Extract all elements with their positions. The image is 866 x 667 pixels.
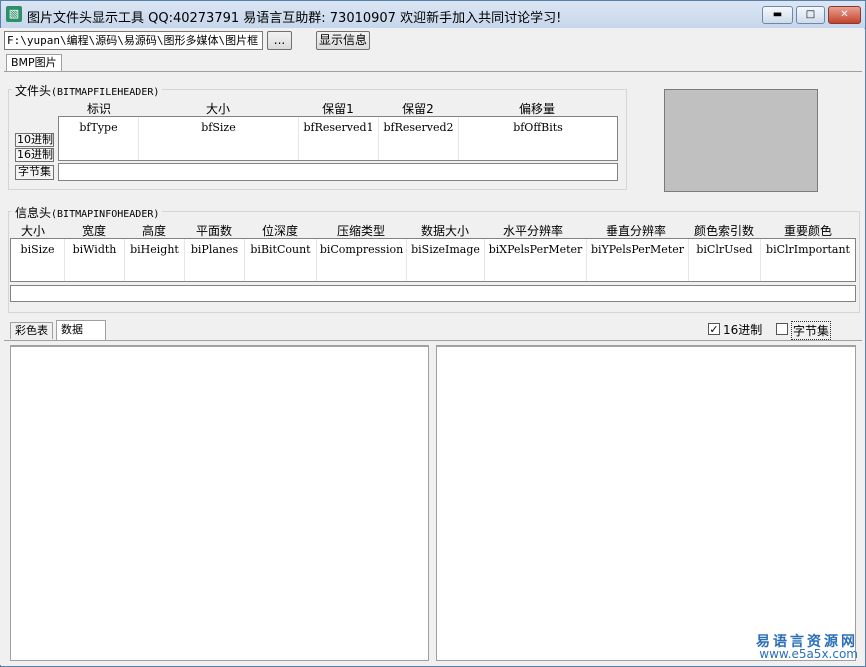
title-bar[interactable]: ▧ 图片文件头显示工具 QQ:40273791 易语言互助群: 73010907…: [1, 1, 865, 29]
data-tab-divider: [4, 340, 862, 341]
info-header-bytes-field[interactable]: [10, 285, 856, 302]
hex-button[interactable]: 16进制: [15, 148, 54, 162]
tab-bmp[interactable]: BMP图片: [6, 54, 62, 71]
ih-col-header: 数据大小: [420, 224, 469, 238]
ih-col-header: 重要颜色: [783, 224, 832, 238]
show-info-button[interactable]: 显示信息: [316, 31, 370, 50]
ih-cell-biypelspermeter[interactable]: biYPelsPerMeter: [587, 239, 689, 281]
ih-col-header: 垂直分辨率: [605, 224, 666, 238]
ih-cell-bibitcount[interactable]: biBitCount: [245, 239, 317, 281]
bytes-checkbox-label[interactable]: 字节集: [791, 321, 832, 340]
ih-cell-bisize[interactable]: biSize: [11, 239, 65, 281]
close-button[interactable]: ✕: [828, 6, 861, 24]
fh-col-header: 大小: [205, 102, 230, 116]
maximize-button[interactable]: □: [796, 6, 825, 24]
bytes-button[interactable]: 字节集: [15, 165, 54, 180]
ih-col-header: 位深度: [261, 224, 298, 238]
image-preview: [664, 89, 818, 192]
watermark-url: www.e5a5x.com: [759, 647, 858, 661]
ih-col-header: 大小: [20, 224, 45, 238]
info-header-title: 信息头(BITMAPINFOHEADER): [12, 204, 163, 221]
file-header-grid[interactable]: bfType bfSize bfReserved1 bfReserved2 bf…: [58, 116, 618, 161]
ih-col-header: 宽度: [81, 224, 106, 238]
info-header-grid[interactable]: biSize biWidth biHeight biPlanes biBitCo…: [10, 238, 856, 282]
file-header-bytes-field[interactable]: [58, 163, 618, 181]
fh-col-header: 保留2: [402, 102, 434, 116]
fh-cell-bfoffbits[interactable]: bfOffBits: [459, 117, 617, 160]
ih-cell-biclrimportant[interactable]: biClrImportant: [761, 239, 855, 281]
tab-data[interactable]: 数据: [56, 320, 106, 340]
fh-col-header: 偏移量: [518, 102, 555, 116]
hex-checkbox[interactable]: ✓: [708, 323, 720, 335]
ih-col-header: 颜色索引数: [693, 224, 754, 238]
tab-color-table[interactable]: 彩色表: [10, 322, 53, 339]
minimize-button[interactable]: ▬: [762, 6, 793, 24]
ih-cell-biclrused[interactable]: biClrUsed: [689, 239, 761, 281]
ih-cell-bisizeimage[interactable]: biSizeImage: [407, 239, 485, 281]
ih-col-header: 水平分辨率: [502, 224, 563, 238]
ih-cell-biheight[interactable]: biHeight: [125, 239, 185, 281]
hex-checkbox-label[interactable]: 16进制: [723, 321, 762, 338]
ih-cell-bicompression[interactable]: biCompression: [317, 239, 407, 281]
app-icon: ▧: [6, 6, 22, 22]
fh-cell-bfreserved2[interactable]: bfReserved2: [379, 117, 459, 160]
ih-col-header: 高度: [141, 224, 166, 238]
fh-cell-bfsize[interactable]: bfSize: [139, 117, 299, 160]
ih-cell-biwidth[interactable]: biWidth: [65, 239, 125, 281]
hex-view-panel[interactable]: [10, 345, 429, 661]
tab-divider: [4, 71, 862, 72]
fh-col-header: 保留1: [322, 102, 354, 116]
browse-button[interactable]: ...: [267, 31, 292, 50]
decimal-button[interactable]: 10进制: [15, 133, 54, 147]
file-header-title: 文件头(BITMAPFILEHEADER): [12, 82, 163, 99]
window-title: 图片文件头显示工具 QQ:40273791 易语言互助群: 73010907 欢…: [27, 11, 562, 26]
ih-col-header: 压缩类型: [336, 224, 385, 238]
fh-cell-bftype[interactable]: bfType: [59, 117, 139, 160]
fh-col-header: 标识: [86, 102, 111, 116]
ih-cell-bixpelspermeter[interactable]: biXPelsPerMeter: [485, 239, 587, 281]
ih-col-header: 平面数: [195, 224, 232, 238]
ih-cell-biplanes[interactable]: biPlanes: [185, 239, 245, 281]
text-view-panel[interactable]: [436, 345, 856, 661]
bytes-checkbox[interactable]: [776, 323, 788, 335]
fh-cell-bfreserved1[interactable]: bfReserved1: [299, 117, 379, 160]
path-input[interactable]: F:\yupan\编程\源码\易源码\图形多媒体\图片框: [4, 31, 263, 50]
